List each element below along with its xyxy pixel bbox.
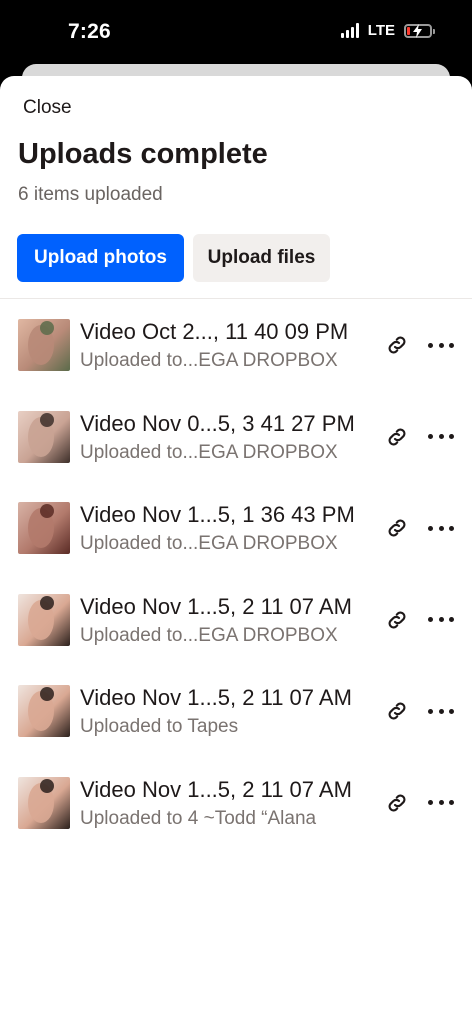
upload-count: 6 items uploaded: [18, 184, 163, 205]
upload-row[interactable]: Video Oct 2..., 11 40 09 PM Uploaded to.…: [0, 317, 472, 409]
link-icon[interactable]: [385, 425, 409, 449]
link-icon[interactable]: [385, 608, 409, 632]
thumbnail-shape: [40, 321, 54, 335]
close-button[interactable]: Close: [23, 97, 72, 119]
network-type: LTE: [367, 22, 395, 39]
more-icon[interactable]: [428, 699, 454, 723]
upload-row[interactable]: Video Nov 1...5, 1 36 43 PM Uploaded to.…: [0, 500, 472, 592]
link-icon[interactable]: [385, 516, 409, 540]
status-time: 7:26: [68, 20, 111, 43]
video-thumbnail[interactable]: [18, 502, 70, 554]
upload-destination: Uploaded to...EGA DROPBOX: [80, 441, 338, 463]
uploads-list: Video Oct 2..., 11 40 09 PM Uploaded to.…: [0, 317, 472, 866]
more-icon[interactable]: [428, 333, 454, 357]
upload-title: Video Nov 1...5, 2 11 07 AM: [80, 776, 352, 802]
more-icon[interactable]: [428, 608, 454, 632]
upload-title: Video Nov 1...5, 2 11 07 AM: [80, 685, 352, 710]
divider: [0, 298, 472, 299]
upload-photos-button[interactable]: Upload photos: [17, 234, 184, 282]
upload-destination: Uploaded to...EGA DROPBOX: [80, 624, 338, 646]
more-icon[interactable]: [428, 425, 454, 449]
upload-title: Video Nov 1...5, 1 36 43 PM: [80, 502, 355, 527]
link-icon[interactable]: [385, 333, 409, 357]
more-icon[interactable]: [428, 516, 454, 540]
link-icon[interactable]: [385, 791, 409, 815]
thumbnail-shape: [40, 687, 54, 701]
thumbnail-shape: [40, 595, 54, 610]
battery-level: [407, 26, 410, 35]
thumbnail-shape: [40, 412, 54, 427]
upload-row[interactable]: Video Nov 1...5, 2 11 07 AM Uploaded to …: [0, 775, 472, 867]
charging-bolt-icon: [413, 23, 422, 38]
status-indicators: LTE: [340, 22, 435, 39]
upload-row[interactable]: Video Nov 1...5, 2 11 07 AM Uploaded to.…: [0, 592, 472, 684]
upload-destination: Uploaded to 4 ~Todd “Alana: [80, 807, 317, 829]
upload-destination: Uploaded to...EGA DROPBOX: [80, 533, 338, 554]
link-icon[interactable]: [385, 699, 409, 723]
video-thumbnail[interactable]: [18, 319, 70, 371]
upload-title: Video Nov 1...5, 2 11 07 AM: [80, 593, 352, 619]
upload-destination: Uploaded to...EGA DROPBOX: [80, 350, 338, 371]
page-title: Uploads complete: [18, 138, 268, 170]
signal-icon: [340, 23, 359, 38]
thumbnail-shape: [40, 504, 54, 518]
more-icon[interactable]: [428, 791, 454, 815]
video-thumbnail[interactable]: [18, 410, 70, 463]
battery-icon: [404, 23, 435, 38]
video-thumbnail[interactable]: [18, 685, 70, 737]
upload-files-button[interactable]: Upload files: [193, 234, 330, 282]
upload-row[interactable]: Video Nov 0...5, 3 41 27 PM Uploaded to.…: [0, 409, 472, 501]
upload-row[interactable]: Video Nov 1...5, 2 11 07 AM Uploaded to …: [0, 683, 472, 775]
video-thumbnail[interactable]: [18, 776, 70, 829]
video-thumbnail[interactable]: [18, 593, 70, 646]
upload-title: Video Nov 0...5, 3 41 27 PM: [80, 410, 355, 436]
uploads-sheet: Close Uploads complete 6 items uploaded …: [0, 76, 472, 1024]
status-bar: 7:26 LTE: [0, 0, 472, 66]
upload-title: Video Oct 2..., 11 40 09 PM: [80, 319, 349, 344]
upload-destination: Uploaded to Tapes: [80, 716, 239, 737]
thumbnail-shape: [40, 778, 54, 793]
